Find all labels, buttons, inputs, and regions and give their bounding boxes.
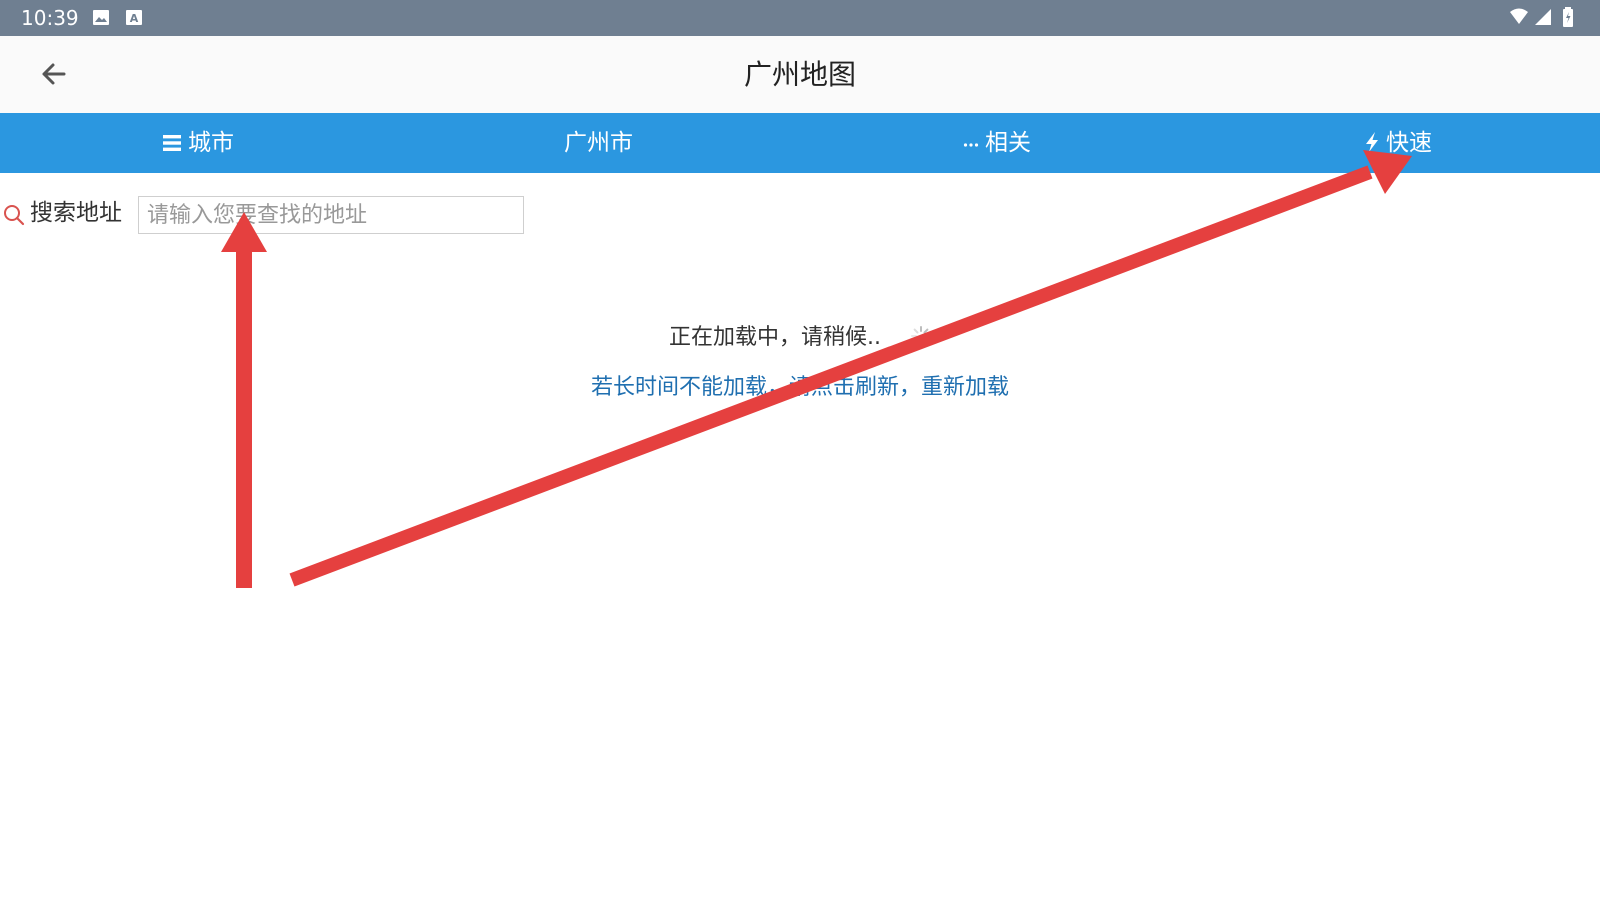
wifi-icon [1510,8,1528,24]
menu-icon [163,135,181,151]
reload-link[interactable]: 若长时间不能加载，请点击刷新，重新加载 [0,372,1600,404]
status-bar: 10:39 A [0,0,1600,36]
battery-charging-icon [1563,7,1573,27]
nav-item-label: 城市 [188,130,234,156]
lightning-icon [1366,132,1378,152]
nav-item-label: 快速 [1386,130,1432,156]
image-icon [93,10,109,25]
status-time: 10:39 [21,6,79,30]
svg-text:A: A [130,12,139,25]
loading-spinner-icon [911,326,931,337]
nav-item-guangzhou[interactable]: 广州市 [564,113,633,173]
signal-icon [1535,9,1551,25]
nav-item-label: 相关 [985,130,1031,156]
search-label: 搜索地址 [30,200,122,226]
nav-item-city[interactable]: 城市 [162,113,234,173]
search-input[interactable] [138,196,524,234]
nav-item-label: 广州市 [564,130,633,156]
nav-item-related[interactable]: 相关 [963,113,1031,173]
nav-bar: 城市 广州市 相关 快速 [0,113,1600,173]
nav-item-quick[interactable]: 快速 [1364,113,1432,173]
search-icon [4,205,25,226]
title-bar: 广州地图 [0,36,1600,114]
loading-text: 正在加载中，请稍候.. [669,325,881,350]
arrow-left-icon [42,63,66,85]
more-dots-icon [963,143,979,147]
back-button[interactable] [34,56,74,92]
a-text-icon: A [126,10,142,25]
page-title: 广州地图 [743,58,856,91]
loading-message: 正在加载中，请稍候.. [0,322,1600,354]
